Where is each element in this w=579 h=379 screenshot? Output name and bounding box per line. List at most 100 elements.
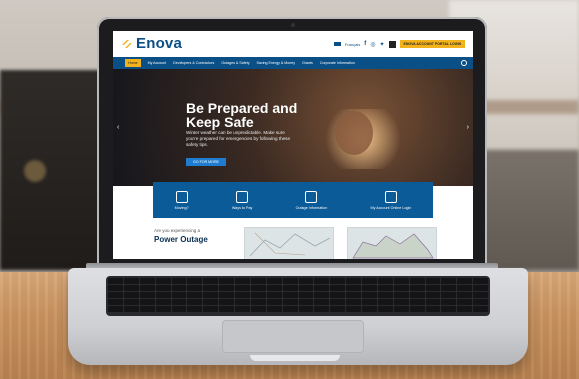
nav-item-home[interactable]: Home: [125, 59, 141, 67]
location-icon[interactable]: [388, 40, 396, 48]
language-icon: [333, 42, 341, 46]
photo-scene: Enova Français f ◎ ✦ ENOVA ACCOUNT PORTA…: [0, 0, 579, 379]
keyboard-key: [139, 292, 155, 298]
site-header: Enova Français f ◎ ✦ ENOVA ACCOUNT PORTA…: [113, 31, 473, 57]
keyboard-key: [298, 292, 314, 298]
outage-map-detail[interactable]: [347, 227, 437, 259]
keyboard-key: [473, 278, 488, 284]
keyboard-key: [187, 299, 203, 305]
nav-item-corporate[interactable]: Corporate Information: [320, 61, 355, 65]
keyboard-key: [155, 292, 171, 298]
nav-item-grants[interactable]: Grants: [302, 61, 313, 65]
quick-link-label: Moving?: [174, 205, 189, 210]
keyboard-key: [409, 299, 425, 305]
keyboard-key: [123, 299, 139, 305]
keyboard-key: [235, 306, 250, 312]
keyboard-key: [409, 278, 425, 284]
keyboard-key: [377, 278, 393, 284]
instagram-icon[interactable]: ◎: [370, 41, 375, 48]
keyboard-key: [108, 285, 123, 291]
nav-item-saving[interactable]: Saving Energy & Money: [257, 61, 296, 65]
keyboard-key: [139, 285, 155, 291]
keyboard-key: [377, 285, 393, 291]
account-portal-button[interactable]: ENOVA ACCOUNT PORTAL LOGIN: [399, 40, 465, 48]
keyboard-key: [425, 292, 441, 298]
keyboard-key: [171, 278, 187, 284]
quick-link-login[interactable]: My Account Online Login: [370, 190, 412, 210]
keyboard-key: [425, 299, 441, 305]
nav-item-outages[interactable]: Outages & Safety: [221, 61, 249, 65]
search-icon[interactable]: [461, 60, 467, 66]
quick-link-outage[interactable]: Outage Information: [296, 190, 327, 210]
carousel-prev-icon[interactable]: ‹: [117, 124, 119, 131]
keyboard-key: [441, 278, 457, 284]
keyboard-key: [425, 306, 441, 312]
keyboard-key: [203, 278, 219, 284]
site-logo[interactable]: Enova: [136, 35, 182, 52]
outage-map[interactable]: [244, 227, 334, 259]
keyboard-key: [425, 285, 441, 291]
keyboard-key: [393, 292, 409, 298]
keyboard-key: [235, 285, 250, 291]
keyboard-key: [473, 285, 488, 291]
keyboard-key: [346, 278, 361, 284]
keyboard-key: [425, 278, 441, 284]
quick-link-moving[interactable]: Moving?: [174, 190, 189, 210]
keyboard-key: [409, 306, 425, 312]
keyboard-key: [362, 299, 377, 305]
warning-icon: [305, 190, 318, 203]
keyboard-key: [346, 292, 361, 298]
enova-logo-icon: [122, 40, 132, 48]
cabinet-knob: [24, 160, 46, 182]
keyboard-key: [250, 278, 266, 284]
map-lines: [249, 232, 331, 257]
quick-link-label: Ways to Pay: [231, 205, 253, 210]
facebook-icon[interactable]: f: [364, 41, 366, 47]
keyboard-key: [203, 306, 219, 312]
twitter-icon[interactable]: ✦: [379, 41, 384, 48]
keyboard-key: [473, 299, 488, 305]
keyboard-key: [155, 299, 171, 305]
language-link[interactable]: Français: [345, 42, 360, 47]
keyboard-key: [235, 278, 250, 284]
keyboard-key: [282, 278, 298, 284]
laptop-trackpad: [222, 320, 364, 353]
keyboard-key: [473, 306, 488, 312]
keyboard-key: [314, 292, 330, 298]
keyboard-key: [155, 278, 171, 284]
keyboard-key: [346, 299, 361, 305]
keyboard-key: [473, 292, 488, 298]
hero-button[interactable]: GO FOR MORE: [186, 158, 226, 166]
keyboard-key: [266, 299, 282, 305]
keyboard-key: [457, 292, 473, 298]
keyboard-key: [266, 306, 282, 312]
keyboard-key: [346, 285, 361, 291]
nav-item-my-account[interactable]: My Account: [148, 61, 167, 65]
keyboard-key: [377, 292, 393, 298]
bill-icon: [236, 190, 249, 203]
keyboard-key: [187, 306, 203, 312]
carousel-next-icon[interactable]: ›: [467, 124, 469, 131]
nav-item-developers[interactable]: Developers & Contractors: [173, 61, 214, 65]
quick-link-label: My Account Online Login: [370, 205, 412, 210]
keyboard-key: [171, 285, 187, 291]
keyboard-key: [457, 285, 473, 291]
keyboard-key: [298, 306, 314, 312]
keyboard-key: [171, 306, 187, 312]
keyboard-key: [346, 306, 361, 312]
keyboard-key: [235, 299, 250, 305]
keyboard-key: [457, 278, 473, 284]
hero-title: Be Prepared and Keep Safe: [186, 100, 298, 130]
keyboard-key: [108, 278, 123, 284]
laptop-keyboard: [106, 276, 490, 316]
keyboard-key: [409, 292, 425, 298]
quick-link-pay[interactable]: Ways to Pay: [231, 190, 253, 210]
keyboard-key: [409, 285, 425, 291]
keyboard-key: [393, 299, 409, 305]
keyboard-key: [250, 292, 266, 298]
laptop-screen: Enova Français f ◎ ✦ ENOVA ACCOUNT PORTA…: [113, 31, 473, 259]
keyboard-key: [187, 292, 203, 298]
truck-icon: [175, 190, 188, 203]
keyboard-key: [171, 292, 187, 298]
keyboard-key: [377, 306, 393, 312]
